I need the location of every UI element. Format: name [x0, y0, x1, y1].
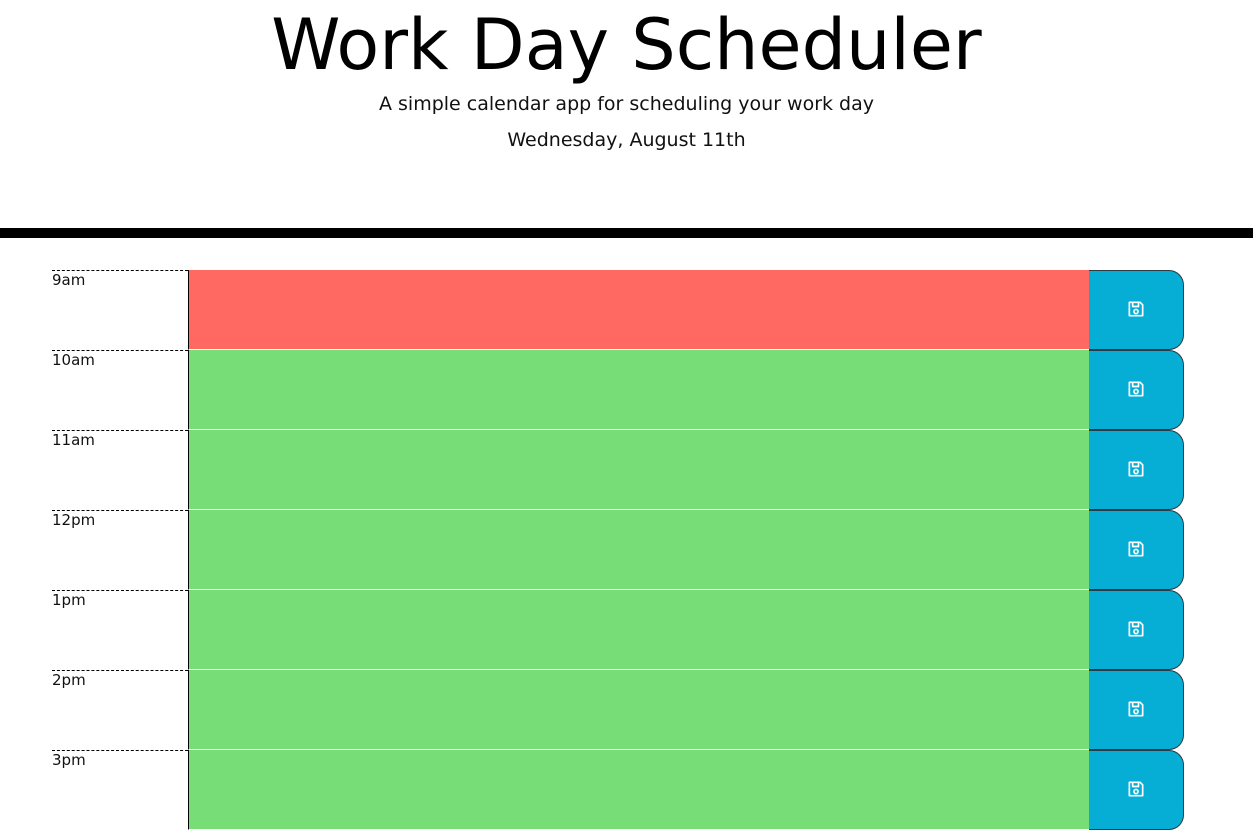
hour-label: 3pm	[52, 750, 188, 830]
event-description-input[interactable]	[188, 350, 1089, 430]
page-subtitle: A simple calendar app for scheduling you…	[378, 93, 875, 115]
floppy-disk-icon	[1126, 619, 1146, 642]
schedule-container: 9am 10am 11am 12pm 1pm 2pm 3pm	[52, 270, 1184, 830]
hour-label: 2pm	[52, 670, 188, 750]
hour-label: 1pm	[52, 590, 188, 670]
save-button[interactable]	[1089, 270, 1184, 350]
event-description-input[interactable]	[188, 510, 1089, 590]
time-block-9am: 9am	[52, 270, 1184, 350]
time-block-3pm: 3pm	[52, 750, 1184, 830]
floppy-disk-icon	[1126, 539, 1146, 562]
time-block-1pm: 1pm	[52, 590, 1184, 670]
save-button[interactable]	[1089, 750, 1184, 830]
event-description-input[interactable]	[188, 430, 1089, 510]
hour-label: 10am	[52, 350, 188, 430]
event-description-input[interactable]	[188, 670, 1089, 750]
save-button[interactable]	[1089, 430, 1184, 510]
hour-label: 11am	[52, 430, 188, 510]
hour-label: 12pm	[52, 510, 188, 590]
event-description-input[interactable]	[188, 270, 1089, 350]
time-block-12pm: 12pm	[52, 510, 1184, 590]
header: Work Day Scheduler A simple calendar app…	[0, 0, 1253, 238]
floppy-disk-icon	[1126, 459, 1146, 482]
floppy-disk-icon	[1126, 299, 1146, 322]
time-block-10am: 10am	[52, 350, 1184, 430]
current-day: Wednesday, August 11th	[507, 129, 746, 151]
floppy-disk-icon	[1126, 379, 1146, 402]
event-description-input[interactable]	[188, 590, 1089, 670]
page-title: Work Day Scheduler	[271, 4, 982, 86]
save-button[interactable]	[1089, 590, 1184, 670]
event-description-input[interactable]	[188, 750, 1089, 830]
save-button[interactable]	[1089, 510, 1184, 590]
floppy-disk-icon	[1126, 779, 1146, 802]
time-block-2pm: 2pm	[52, 670, 1184, 750]
time-block-11am: 11am	[52, 430, 1184, 510]
save-button[interactable]	[1089, 670, 1184, 750]
hour-label: 9am	[52, 270, 188, 350]
floppy-disk-icon	[1126, 699, 1146, 722]
save-button[interactable]	[1089, 350, 1184, 430]
